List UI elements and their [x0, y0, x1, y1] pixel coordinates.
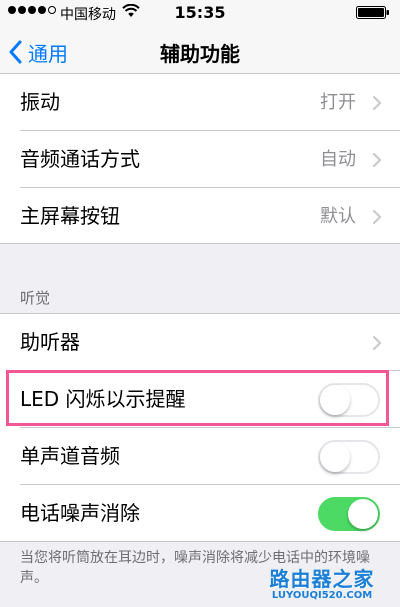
- general-options-group: 振动 打开 音频通话方式 自动 主屏幕按钮 默认: [0, 73, 400, 244]
- row-label: 助听器: [20, 330, 80, 354]
- toggle-knob: [320, 385, 350, 415]
- mono-audio-toggle[interactable]: [318, 440, 380, 474]
- home-button-row[interactable]: 主屏幕按钮 默认: [0, 188, 400, 245]
- row-value: 自动: [320, 149, 356, 170]
- row-value: 默认: [320, 206, 356, 227]
- vibration-row[interactable]: 振动 打开: [0, 74, 400, 131]
- row-label: 振动: [20, 90, 60, 114]
- chevron-right-icon: [373, 153, 381, 167]
- hearing-options-group: 助听器 LED 闪烁以示提醒 单声道音频 电话噪声消除: [0, 313, 400, 542]
- row-label: 电话噪声消除: [20, 501, 140, 525]
- phone-noise-cancellation-toggle[interactable]: [318, 497, 380, 531]
- row-label: 主屏幕按钮: [20, 204, 120, 228]
- section-header-hearing: 听觉: [20, 289, 51, 307]
- toggle-knob: [320, 442, 350, 472]
- led-flash-alerts-row: LED 闪烁以示提醒: [0, 371, 400, 428]
- chevron-right-icon: [373, 210, 381, 224]
- watermark-title: 路由器之家: [269, 567, 375, 591]
- row-label: 音频通话方式: [20, 147, 140, 171]
- status-bar: 中国移动 15:35: [0, 0, 400, 26]
- row-value: 打开: [320, 92, 356, 113]
- mono-audio-row: 单声道音频: [0, 428, 400, 485]
- battery-icon: [356, 6, 389, 19]
- status-time: 15:35: [174, 3, 226, 22]
- toggle-knob: [348, 499, 378, 529]
- led-flash-alerts-toggle[interactable]: [318, 383, 380, 417]
- navigation-bar: 通用 辅助功能: [0, 26, 400, 80]
- row-label: LED 闪烁以示提醒: [20, 387, 186, 411]
- chevron-right-icon: [373, 96, 381, 110]
- phone-noise-cancellation-row: 电话噪声消除: [0, 485, 400, 542]
- call-audio-routing-row[interactable]: 音频通话方式 自动: [0, 131, 400, 188]
- watermark-url: LUYOUQI520.COM: [271, 590, 373, 601]
- settings-screen: 中国移动 15:35 通用 辅助功能 振动 打开 音频通话方式 自动 主屏幕按钮…: [0, 0, 400, 607]
- row-label: 单声道音频: [20, 444, 120, 468]
- page-title: 辅助功能: [160, 42, 240, 66]
- site-watermark: 路由器之家 LUYOUQI520.COM: [252, 563, 392, 601]
- chevron-right-icon: [373, 336, 381, 350]
- hearing-devices-row[interactable]: 助听器: [0, 314, 400, 371]
